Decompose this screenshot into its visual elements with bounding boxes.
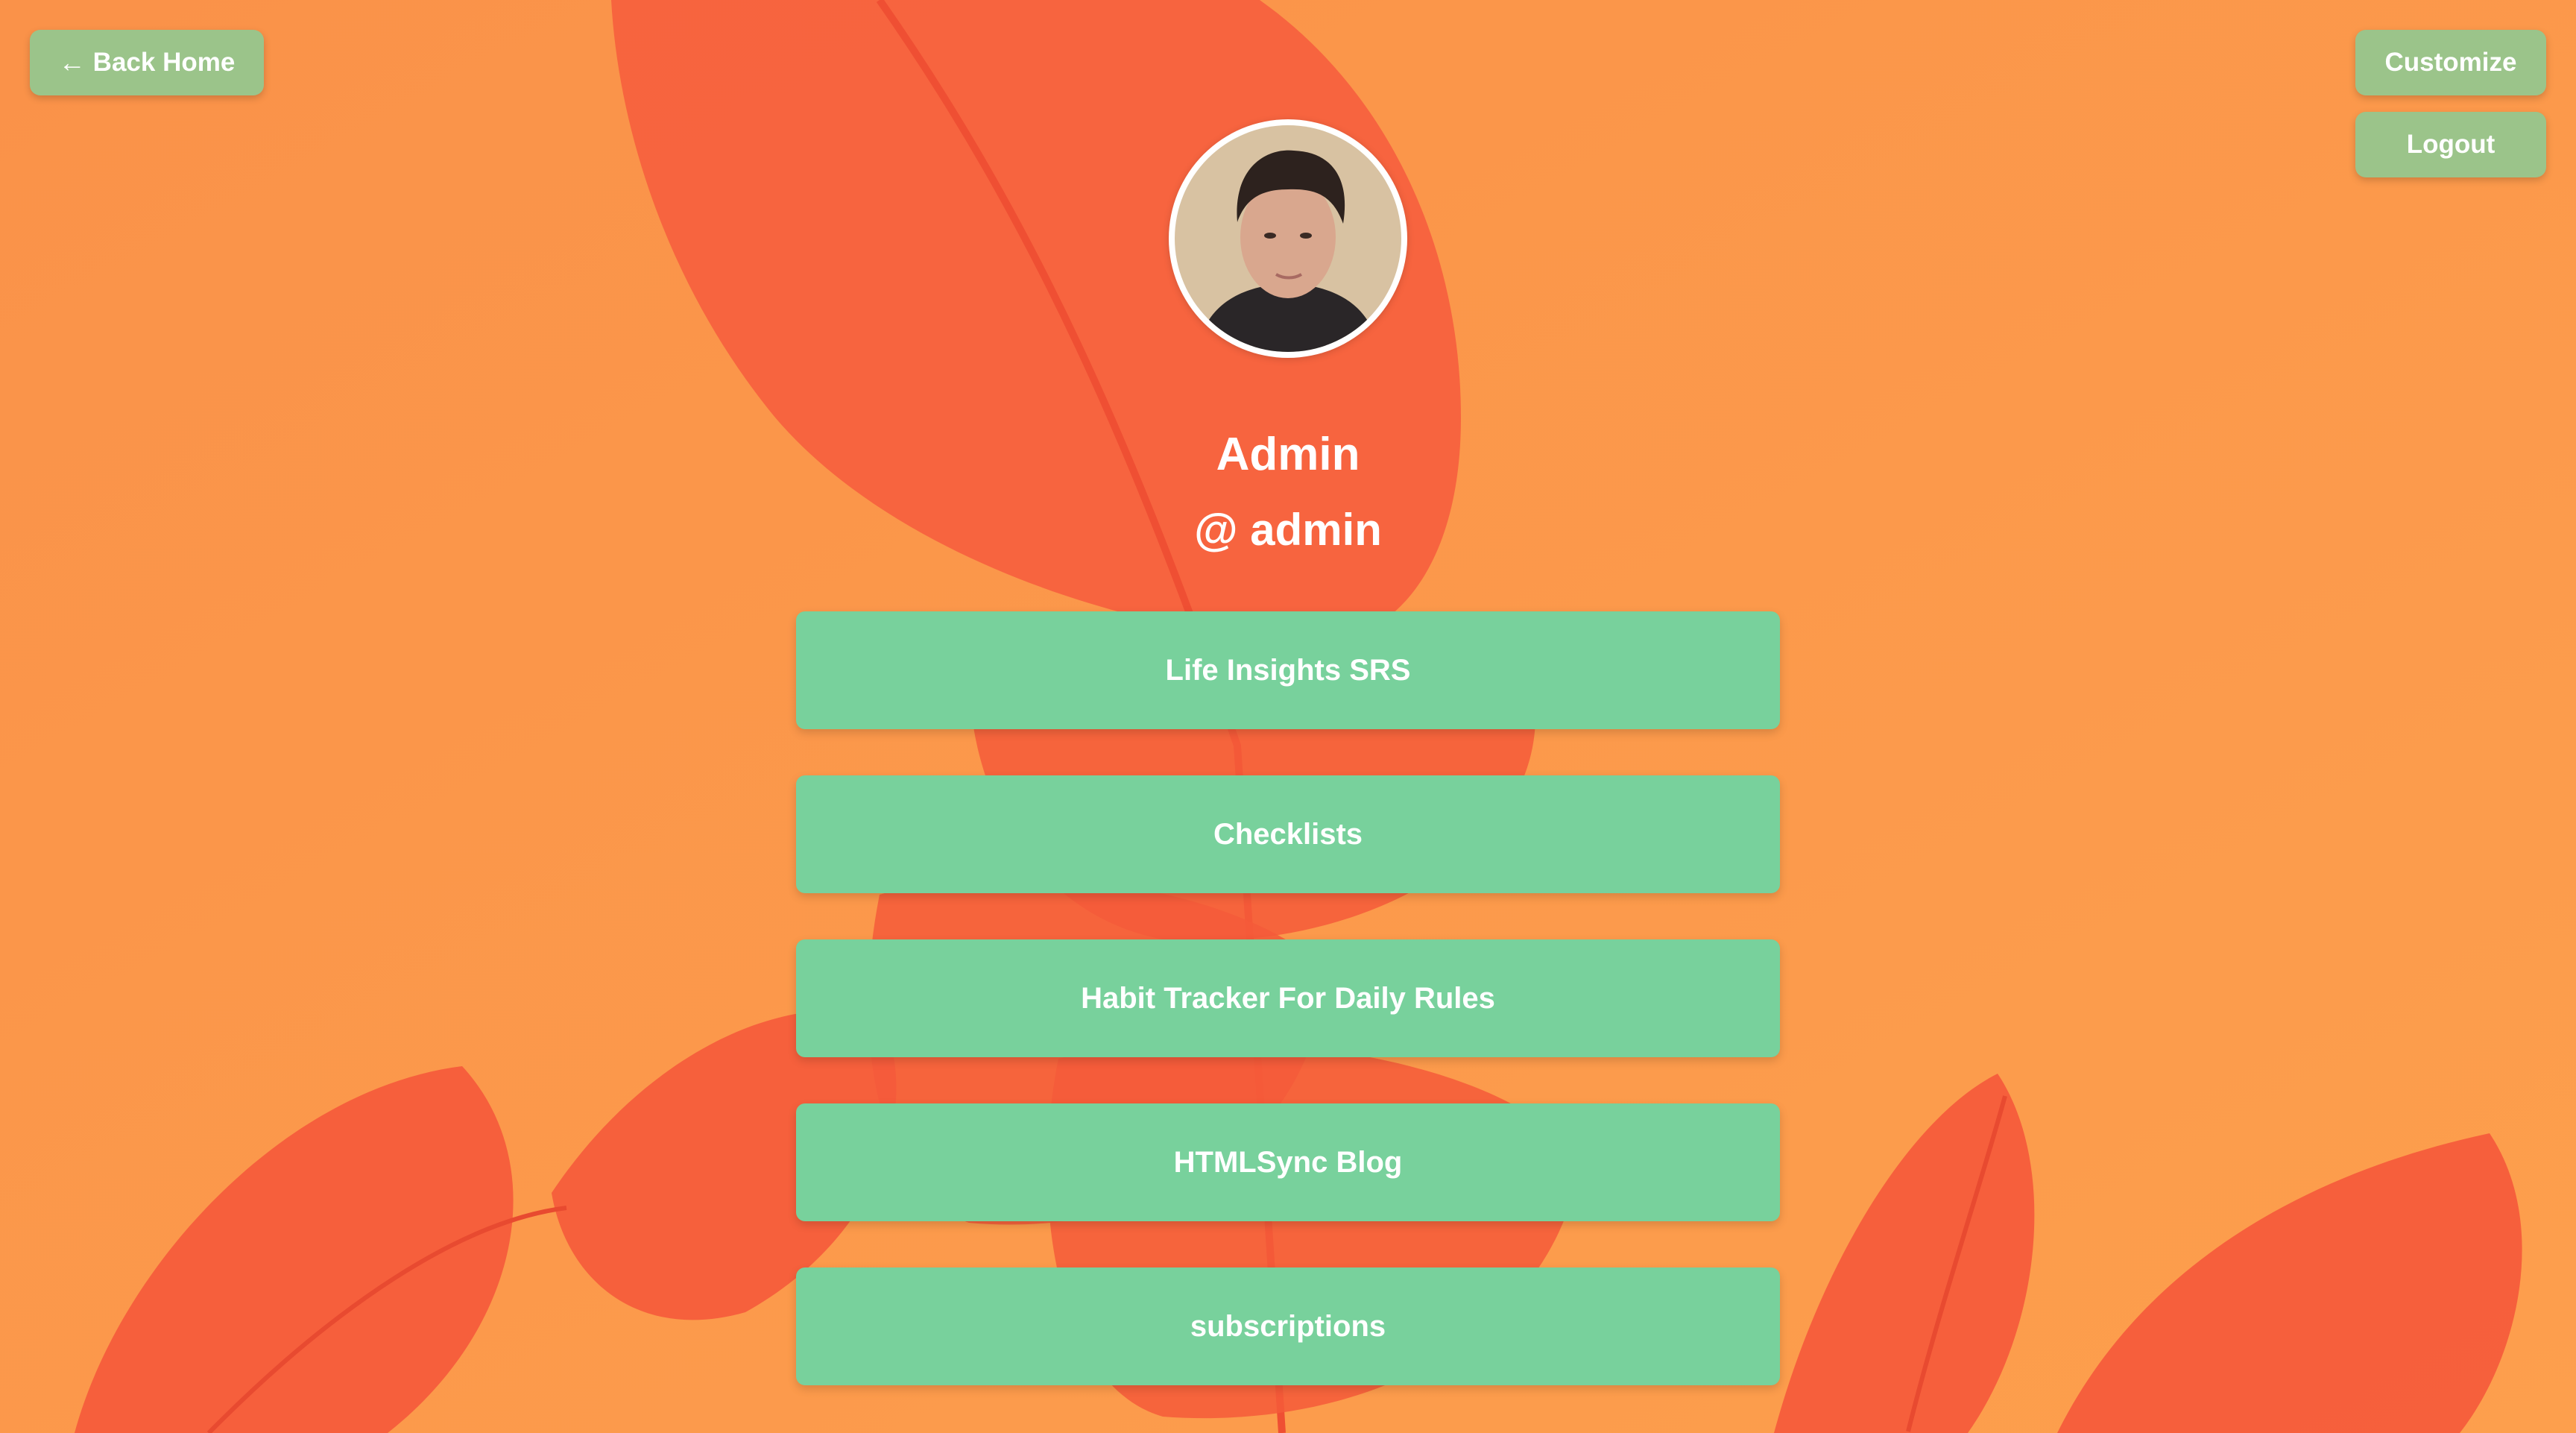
back-home-label: Back Home <box>92 48 236 77</box>
customize-label: Customize <box>2384 48 2517 77</box>
logout-label: Logout <box>2406 130 2496 159</box>
back-home-button[interactable]: ← Back Home <box>30 30 264 95</box>
link-button-htmlsync-blog[interactable]: HTMLSync Blog <box>796 1103 1780 1221</box>
left-arrow-icon: ← <box>58 47 86 78</box>
logout-button[interactable]: Logout <box>2355 112 2546 177</box>
profile-page: ← Back Home Customize Logout Admin @ adm… <box>0 0 2576 1433</box>
customize-button[interactable]: Customize <box>2355 30 2546 95</box>
profile-handle: @ admin <box>1194 505 1382 555</box>
link-label: Habit Tracker For Daily Rules <box>1081 981 1495 1015</box>
link-button-subscriptions[interactable]: subscriptions <box>796 1267 1780 1385</box>
link-button-checklists[interactable]: Checklists <box>796 775 1780 893</box>
link-label: Checklists <box>1213 817 1363 851</box>
user-avatar-icon <box>1175 125 1401 352</box>
link-label: HTMLSync Blog <box>1173 1145 1403 1179</box>
link-button-life-insights-srs[interactable]: Life Insights SRS <box>796 611 1780 729</box>
link-button-habit-tracker[interactable]: Habit Tracker For Daily Rules <box>796 939 1780 1057</box>
link-label: Life Insights SRS <box>1165 653 1411 687</box>
link-label: subscriptions <box>1190 1309 1386 1343</box>
avatar <box>1169 119 1407 358</box>
profile-display-name: Admin <box>1216 429 1360 480</box>
